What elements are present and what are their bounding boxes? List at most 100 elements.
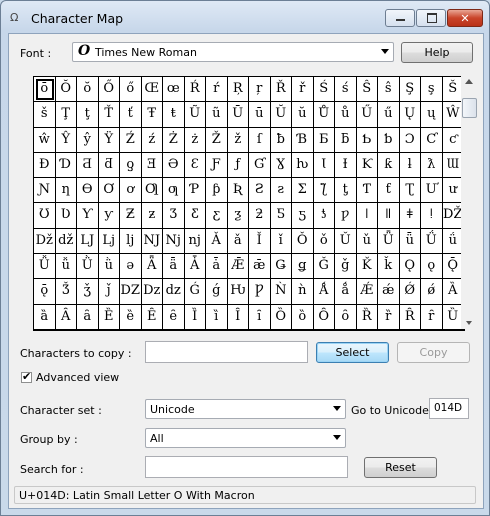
character-cell[interactable]: ǭ <box>34 279 56 305</box>
character-cell[interactable]: Ə <box>163 152 185 179</box>
character-cell[interactable]: ǻ <box>335 279 357 305</box>
character-cell[interactable]: Ʈ <box>399 178 421 204</box>
character-cell[interactable]: Ƥ <box>184 178 206 204</box>
character-cell[interactable]: ǫ <box>421 254 443 280</box>
character-cell[interactable]: Ǝ <box>141 152 163 179</box>
character-cell[interactable]: Ʒ <box>163 203 185 229</box>
character-cell[interactable]: ŏ <box>77 77 99 103</box>
character-cell[interactable]: Ǡ <box>184 254 206 280</box>
character-cell[interactable]: ţ <box>77 102 99 128</box>
character-cell[interactable]: ǩ <box>378 254 400 280</box>
character-cell[interactable]: Ǟ <box>141 254 163 280</box>
character-cell[interactable]: Ř <box>270 77 292 103</box>
character-cell[interactable]: ǌ <box>184 228 206 255</box>
character-cell[interactable]: Ɖ <box>34 152 56 179</box>
character-cell[interactable]: ƒ <box>227 152 249 179</box>
character-cell[interactable]: Ś <box>313 77 335 103</box>
character-cell[interactable]: ǉ <box>120 228 142 255</box>
character-cell[interactable]: Ǧ <box>313 254 335 280</box>
character-cell[interactable]: ǂ <box>399 203 421 229</box>
character-cell[interactable]: Ɓ <box>292 127 314 153</box>
character-cell[interactable]: ũ <box>206 102 228 128</box>
character-cell[interactable]: ǿ <box>421 279 443 305</box>
character-cell[interactable]: Ʃ <box>292 178 314 204</box>
character-cell[interactable]: ǁ <box>378 203 400 229</box>
character-cell[interactable]: Ŧ <box>141 102 163 128</box>
advanced-view-checkbox[interactable]: ✔ <box>21 370 32 383</box>
character-grid[interactable]: ōŎŏŐőŒœŔŕŖŗŘřŚśŜŝŞşŠšŢţŤťŦŧŨũŪūŬŭŮůŰűŲųŴ… <box>33 76 465 331</box>
character-cell[interactable]: ǜ <box>98 254 120 280</box>
search-input[interactable] <box>145 456 348 478</box>
character-cell[interactable]: Ƨ <box>249 178 271 204</box>
character-cell[interactable]: ƺ <box>227 203 249 229</box>
character-cell[interactable]: Ʀ <box>227 178 249 204</box>
character-cell[interactable]: Ƃ <box>313 127 335 153</box>
character-cell[interactable]: ƫ <box>335 178 357 204</box>
character-cell[interactable]: Ȍ <box>270 304 292 330</box>
copy-button[interactable]: Copy <box>397 342 470 363</box>
character-cell[interactable]: Ȏ <box>313 304 335 330</box>
character-cell[interactable]: ů <box>335 102 357 128</box>
character-cell[interactable]: ō <box>34 77 56 103</box>
character-cell[interactable]: Ţ <box>55 102 77 128</box>
character-cell[interactable]: Ʋ <box>55 203 77 229</box>
character-cell[interactable]: ƹ <box>206 203 228 229</box>
character-cell[interactable]: Ǿ <box>399 279 421 305</box>
character-cell[interactable]: ȅ <box>120 304 142 330</box>
character-cell[interactable]: Ǘ <box>421 228 443 255</box>
character-cell[interactable]: Ŕ <box>184 77 206 103</box>
character-cell[interactable]: Ɠ <box>249 152 271 179</box>
character-cell[interactable]: Ş <box>399 77 421 103</box>
character-cell[interactable]: ǐ <box>270 228 292 255</box>
character-cell[interactable]: ǚ <box>55 254 77 280</box>
character-cell[interactable]: Ǐ <box>249 228 271 255</box>
character-cell[interactable]: ǆ <box>55 228 77 255</box>
advanced-view-label[interactable]: Advanced view <box>36 371 119 384</box>
character-cell[interactable]: ū <box>249 102 271 128</box>
character-cell[interactable]: ƕ <box>292 152 314 179</box>
character-cell[interactable]: ƣ <box>163 178 185 204</box>
character-cell[interactable]: ǟ <box>163 254 185 280</box>
character-cell[interactable]: ǯ <box>77 279 99 305</box>
character-cell[interactable]: ž <box>227 127 249 153</box>
character-cell[interactable]: ƭ <box>378 178 400 204</box>
character-cell[interactable]: ǹ <box>292 279 314 305</box>
character-cell[interactable]: Ȉ <box>184 304 206 330</box>
character-cell[interactable]: š <box>34 102 56 128</box>
character-cell[interactable]: ȓ <box>421 304 443 330</box>
character-cell[interactable]: ȁ <box>34 304 56 330</box>
character-cell[interactable]: Ǉ <box>77 228 99 255</box>
character-cell[interactable]: ŧ <box>163 102 185 128</box>
character-cell[interactable]: Ų <box>399 102 421 128</box>
character-cell[interactable]: ǅ <box>34 228 56 255</box>
character-cell[interactable]: Ƙ <box>356 152 378 179</box>
character-cell[interactable]: Ȅ <box>98 304 120 330</box>
character-cell[interactable]: ǝ <box>120 254 142 280</box>
character-cell[interactable]: Ƌ <box>77 152 99 179</box>
character-cell[interactable]: Ź <box>120 127 142 153</box>
character-cell[interactable]: Ǚ <box>34 254 56 280</box>
grid-scrollbar[interactable] <box>461 76 478 329</box>
character-cell[interactable]: ȃ <box>77 304 99 330</box>
character-cell[interactable]: Œ <box>141 77 163 103</box>
character-cell[interactable]: ŵ <box>34 127 56 153</box>
character-cell[interactable]: Ǌ <box>141 228 163 255</box>
character-set-dropdown[interactable]: Unicode <box>145 399 346 419</box>
character-cell[interactable]: Ȋ <box>227 304 249 330</box>
character-cell[interactable]: Ǣ <box>227 254 249 280</box>
character-cell[interactable]: Ž <box>206 127 228 153</box>
scroll-up-icon[interactable] <box>465 79 473 84</box>
select-button[interactable]: Select <box>316 342 389 363</box>
character-cell[interactable]: ǎ <box>227 228 249 255</box>
character-cell[interactable]: ƍ <box>120 152 142 179</box>
character-cell[interactable]: ǧ <box>335 254 357 280</box>
character-cell[interactable]: Ƒ <box>206 152 228 179</box>
character-cell[interactable]: Ǻ <box>313 279 335 305</box>
character-cell[interactable]: ş <box>421 77 443 103</box>
character-cell[interactable]: ƾ <box>313 203 335 229</box>
character-cell[interactable]: Ū <box>227 102 249 128</box>
character-cell[interactable]: Ǽ <box>356 279 378 305</box>
character-cell[interactable]: ǣ <box>249 254 271 280</box>
character-cell[interactable]: œ <box>163 77 185 103</box>
character-cell[interactable]: Ť <box>98 102 120 128</box>
